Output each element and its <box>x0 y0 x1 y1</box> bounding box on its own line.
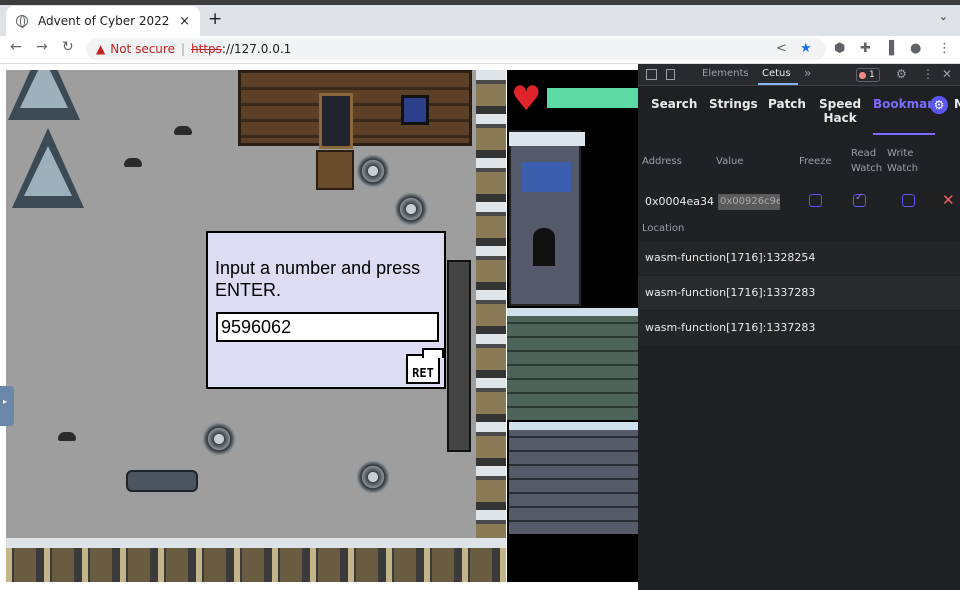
cabin-steps <box>316 150 354 190</box>
header-address: Address <box>642 156 682 167</box>
device-toolbar-icon[interactable] <box>666 69 675 80</box>
omnibox-separator: | <box>180 42 186 56</box>
title-bar <box>0 0 960 5</box>
tab-patch[interactable]: Patch <box>768 97 806 111</box>
castle-wall <box>507 308 638 420</box>
error-icon <box>859 71 866 79</box>
extensions-puzzle-icon[interactable]: ✚ <box>860 41 871 56</box>
cabin-window <box>401 95 429 125</box>
error-count: 1 <box>869 70 875 80</box>
cetus-nav: Search Strings Patch Speed Hack Bookmark… <box>638 87 960 137</box>
error-count-badge[interactable]: 1 <box>856 68 880 82</box>
header-read-watch-2: Watch <box>851 163 883 174</box>
inspect-element-icon[interactable] <box>646 69 657 80</box>
side-drawer-handle[interactable] <box>0 386 14 426</box>
rock <box>174 126 192 135</box>
address-bar[interactable]: ▲ Not secure | https ://127.0.0.1 <box>86 38 826 60</box>
castle-wall-lower <box>509 422 638 534</box>
tab-cetus[interactable]: Cetus <box>758 68 798 85</box>
bookmarks-header: Address Value Freeze Read Watch Write Wa… <box>638 146 960 178</box>
tab-elements[interactable]: Elements <box>702 68 749 79</box>
castle-tower <box>509 130 585 306</box>
header-write-watch-2: Watch <box>887 163 919 174</box>
fallen-log <box>126 470 198 492</box>
bookmark-row: 0x0004ea34 0x00926c9e ✕ <box>638 182 960 220</box>
devtools-toolbar: Elements Cetus » 1 ⚙ ⋮ ✕ <box>638 64 960 86</box>
tab-strings[interactable]: Strings <box>709 97 758 111</box>
header-freeze: Freeze <box>799 156 832 167</box>
pine-tree <box>8 70 80 120</box>
speed-hack-label-1: Speed <box>819 97 862 111</box>
cabin-door <box>319 93 353 149</box>
speed-hack-label-2: Hack <box>823 111 857 125</box>
snowy-bush <box>356 154 390 188</box>
devtools-menu-icon[interactable]: ⋮ <box>922 67 934 81</box>
pine-tree <box>12 128 84 208</box>
return-key-icon[interactable]: RET <box>406 348 444 384</box>
cetus-options-gear-icon[interactable]: ⚙ <box>930 96 948 114</box>
delete-bookmark-icon[interactable]: ✕ <box>942 191 955 209</box>
snowy-bush <box>356 460 390 494</box>
read-watch-checkbox[interactable] <box>853 192 866 207</box>
bookmark-address: 0x0004ea34 <box>645 195 715 208</box>
tab-title: Advent of Cyber 2022 <box>38 14 170 28</box>
url-scheme: https <box>191 42 222 56</box>
back-button[interactable]: ← <box>10 39 22 55</box>
number-input-dialog: Input a number and press ENTER. 9596062 … <box>206 231 446 389</box>
number-input[interactable]: 9596062 <box>216 312 439 342</box>
header-write-watch-1: Write <box>887 148 914 159</box>
snowy-bush <box>202 422 236 456</box>
close-devtools-icon[interactable]: ✕ <box>942 67 952 81</box>
browser-menu-icon[interactable]: ⋮ <box>938 41 951 56</box>
extension-icon[interactable]: ⬢ <box>834 41 845 56</box>
log-cabin <box>238 70 472 149</box>
globe-icon <box>16 15 28 28</box>
tab-search-button[interactable]: ⌄ <box>939 10 948 23</box>
browser-toolbar: ← → ↻ ▲ Not secure | https ://127.0.0.1 … <box>0 36 960 64</box>
heart-icon: ♥ <box>511 79 542 119</box>
location-row[interactable]: wasm-function[1716]:1337283 <box>638 311 960 345</box>
devtools-panel: Elements Cetus » 1 ⚙ ⋮ ✕ Search Strings … <box>638 64 960 590</box>
browser-tab[interactable]: Advent of Cyber 2022 × <box>6 6 200 36</box>
security-label[interactable]: Not secure <box>110 42 175 56</box>
new-tab-button[interactable]: + <box>208 9 222 29</box>
location-row[interactable]: wasm-function[1716]:1328254 <box>638 241 960 275</box>
snowy-bush <box>394 192 428 226</box>
bookmark-star-icon[interactable]: ★ <box>800 41 812 56</box>
tab-speed-hack[interactable]: Speed Hack <box>819 97 861 125</box>
url-host: ://127.0.0.1 <box>221 42 292 56</box>
tab-more-cut[interactable]: M <box>954 97 960 111</box>
settings-gear-icon[interactable]: ⚙ <box>896 67 907 81</box>
header-value: Value <box>716 156 744 167</box>
share-icon[interactable]: < <box>776 41 787 56</box>
forward-button[interactable]: → <box>36 39 48 55</box>
dialog-prompt: Input a number and press ENTER. <box>215 258 421 300</box>
fence-horizontal <box>6 538 506 582</box>
rock <box>124 158 142 167</box>
fence-vertical <box>476 70 506 540</box>
more-tabs-button[interactable]: » <box>804 66 811 80</box>
write-watch-checkbox[interactable] <box>902 194 915 207</box>
location-label: Location <box>642 223 685 234</box>
profile-icon[interactable]: ● <box>910 41 921 56</box>
health-bar <box>547 88 638 108</box>
bookmark-value-input[interactable]: 0x00926c9e <box>718 194 780 210</box>
rock <box>58 432 76 441</box>
wall-segment <box>447 260 471 452</box>
freeze-checkbox[interactable] <box>809 194 822 207</box>
tab-close-button[interactable]: × <box>179 14 190 29</box>
header-read-watch-1: Read <box>851 148 877 159</box>
active-tab-underline <box>873 133 935 135</box>
reload-button[interactable]: ↻ <box>62 39 74 55</box>
side-panel-icon[interactable]: ▐ <box>884 41 894 56</box>
game-side-scene: ♥ <box>507 70 638 582</box>
warning-icon[interactable]: ▲ <box>96 42 105 56</box>
tab-search[interactable]: Search <box>651 97 697 111</box>
location-row[interactable]: wasm-function[1716]:1337283 <box>638 276 960 310</box>
tab-strip: Advent of Cyber 2022 × + ⌄ <box>0 0 960 36</box>
